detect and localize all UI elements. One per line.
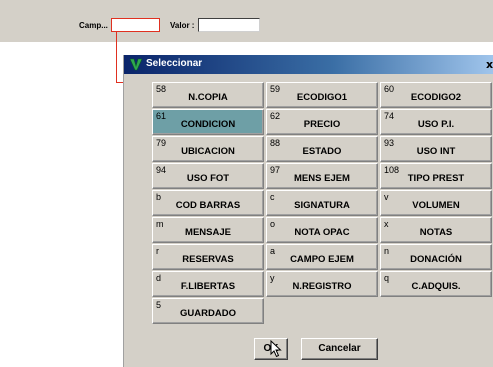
field-option-cell[interactable]: 62 PRECIO bbox=[266, 109, 378, 135]
field-option-cell[interactable]: 108 TIPO PREST bbox=[380, 163, 492, 189]
field-option-cell[interactable]: x NOTAS bbox=[380, 217, 492, 243]
field-name: ECODIGO1 bbox=[296, 92, 348, 103]
field-name: COD BARRAS bbox=[175, 200, 241, 211]
field-name: NOTAS bbox=[419, 227, 453, 238]
dialog-titlebar[interactable]: Seleccionar x bbox=[124, 55, 493, 74]
field-name: TIPO PREST bbox=[407, 173, 465, 184]
field-name: GUARDADO bbox=[180, 308, 236, 319]
field-option-cell[interactable]: 79 UBICACION bbox=[152, 136, 264, 162]
field-option-cell[interactable]: 93 USO INT bbox=[380, 136, 492, 162]
field-name: USO FOT bbox=[186, 173, 230, 184]
campo-field[interactable] bbox=[111, 18, 160, 32]
campo-label: Camp... bbox=[79, 21, 108, 30]
field-name: ESTADO bbox=[302, 146, 342, 157]
field-option-cell[interactable]: 88 ESTADO bbox=[266, 136, 378, 162]
field-option-cell[interactable]: 60 ECODIGO2 bbox=[380, 82, 492, 108]
field-option-cell[interactable]: m MENSAJE bbox=[152, 217, 264, 243]
field-grid: 58 N.COPIA 59 ECODIGO1 60 ECODIGO2 61 CONDICION… bbox=[152, 82, 493, 326]
field-name: DONACIÓN bbox=[410, 254, 462, 265]
field-name: RESERVAS bbox=[182, 254, 234, 265]
field-name: NOTA OPAC bbox=[294, 227, 350, 238]
valor-label: Valor : bbox=[170, 21, 195, 30]
field-name: C.ADQUIS. bbox=[411, 281, 461, 292]
field-option-cell[interactable]: d F.LIBERTAS bbox=[152, 271, 264, 297]
field-option-cell[interactable]: v VOLUMEN bbox=[380, 190, 492, 216]
field-option-cell[interactable]: y N.REGISTRO bbox=[266, 271, 378, 297]
field-name: N.REGISTRO bbox=[292, 281, 352, 292]
field-name: ECODIGO2 bbox=[410, 92, 462, 103]
field-name: CAMPO EJEM bbox=[290, 254, 354, 265]
field-option-cell[interactable]: r RESERVAS bbox=[152, 244, 264, 270]
close-icon[interactable]: x bbox=[486, 58, 493, 71]
seleccionar-dialog: Seleccionar x 58 N.COPIA 59 ECODIGO1 60 ECODI… bbox=[123, 55, 493, 367]
field-option-cell[interactable]: o NOTA OPAC bbox=[266, 217, 378, 243]
cancel-button[interactable]: Cancelar bbox=[301, 338, 378, 360]
mouse-pointer-icon bbox=[270, 340, 282, 358]
field-option-cell[interactable]: 74 USO P.I. bbox=[380, 109, 492, 135]
field-name: MENS EJEM bbox=[294, 173, 350, 184]
field-name: PRECIO bbox=[303, 119, 341, 130]
field-option-cell[interactable]: 94 USO FOT bbox=[152, 163, 264, 189]
field-option-cell[interactable]: n DONACIÓN bbox=[380, 244, 492, 270]
app-v-icon bbox=[130, 58, 142, 71]
field-option-cell[interactable]: b COD BARRAS bbox=[152, 190, 264, 216]
field-name: USO INT bbox=[416, 146, 456, 157]
field-name: MENSAJE bbox=[185, 227, 231, 238]
field-name: CONDICION bbox=[180, 119, 236, 130]
search-toolbar: Camp... Valor : bbox=[0, 0, 493, 42]
field-name: USO P.I. bbox=[417, 119, 455, 130]
field-option-cell[interactable]: q C.ADQUIS. bbox=[380, 271, 492, 297]
field-option-cell[interactable]: a CAMPO EJEM bbox=[266, 244, 378, 270]
dialog-title: Seleccionar bbox=[146, 58, 203, 69]
field-option-cell[interactable]: 58 N.COPIA bbox=[152, 82, 264, 108]
field-name: VOLUMEN bbox=[412, 200, 460, 211]
field-option-cell[interactable]: 5 GUARDADO bbox=[152, 298, 264, 324]
field-name: UBICACION bbox=[181, 146, 235, 157]
valor-field[interactable] bbox=[198, 18, 260, 32]
field-option-cell[interactable]: 59 ECODIGO1 bbox=[266, 82, 378, 108]
connector-line-vertical bbox=[116, 31, 117, 83]
field-option-cell[interactable]: c SIGNATURA bbox=[266, 190, 378, 216]
field-name: N.COPIA bbox=[188, 92, 228, 103]
field-name: SIGNATURA bbox=[294, 200, 350, 211]
field-option-cell[interactable]: 97 MENS EJEM bbox=[266, 163, 378, 189]
field-option-cell[interactable]: 61 CONDICION bbox=[152, 109, 264, 135]
field-name: F.LIBERTAS bbox=[180, 281, 236, 292]
